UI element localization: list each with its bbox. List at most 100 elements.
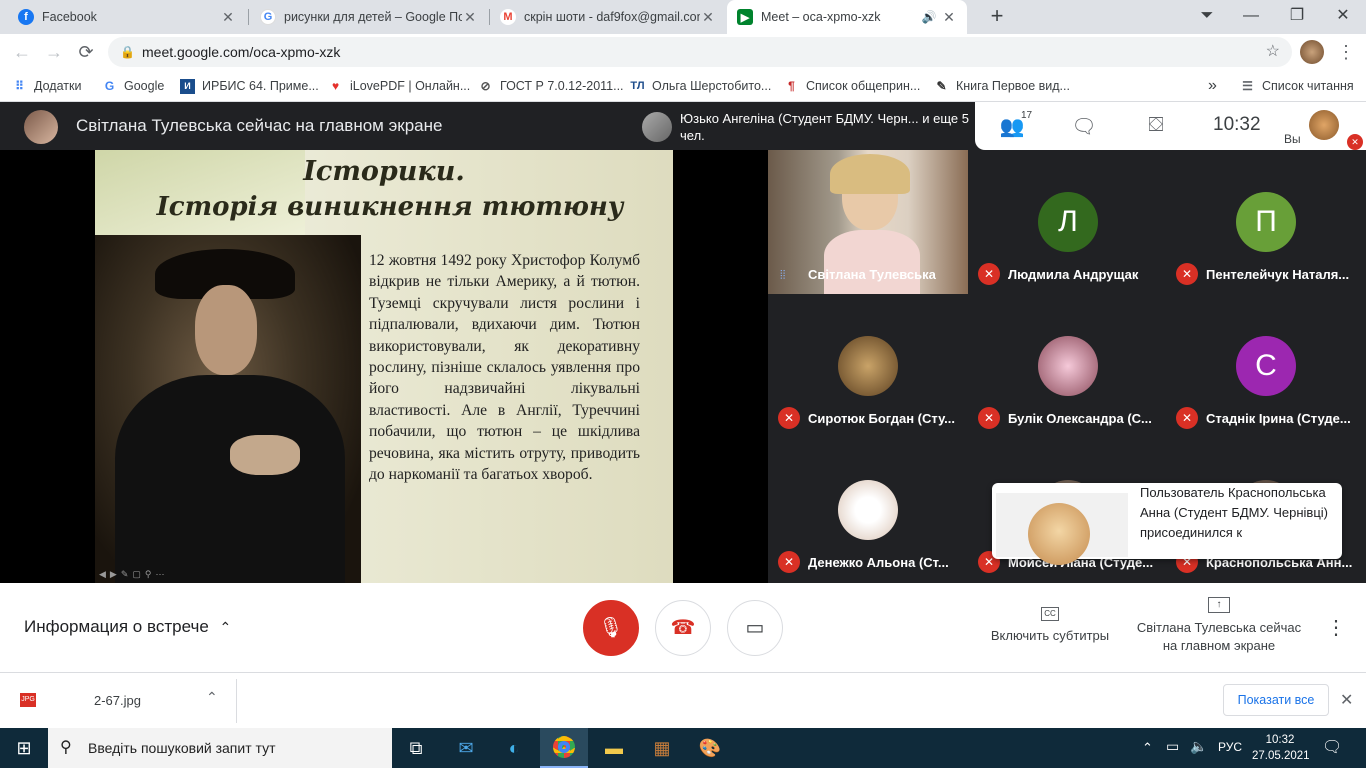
system-clock[interactable]: 10:32 27.05.2021 [1252, 732, 1310, 764]
participant-tile[interactable]: С ✕ Стаднік Ірина (Студе... [1166, 294, 1366, 438]
tab-title: Meet – oca-xpmo-xzk [761, 10, 881, 24]
search-icon: ⚲ [60, 739, 72, 756]
chrome-icon[interactable] [540, 728, 588, 768]
tab-meet[interactable]: ▶ Meet – oca-xpmo-xzk 🔊 ✕ [727, 0, 967, 34]
captions-button[interactable]: CC Включить субтитры [980, 603, 1120, 645]
apps-grid-icon: ⠿ [15, 79, 24, 93]
star-icon[interactable]: ☆ [1266, 37, 1280, 67]
restore-button[interactable]: ❐ [1274, 0, 1320, 34]
participant-initial: С [1236, 336, 1296, 396]
mic-off-icon: ✕ [1176, 263, 1198, 285]
new-tab-button[interactable]: + [974, 0, 1020, 34]
participant-name: Світлана Тулевська [808, 267, 936, 282]
close-window-button[interactable]: ✕ [1320, 0, 1366, 34]
menu-icon[interactable]: ⋮ [1334, 40, 1358, 64]
meeting-clock: 10:32 [1213, 114, 1261, 135]
bookmark-gost[interactable]: ⊘ ГОСТ Р 7.0.12-2011... [478, 70, 623, 102]
present-button[interactable]: ↑ Світлана Тулевська сейчас на главном э… [1130, 595, 1308, 655]
reload-icon[interactable]: ⟳ [74, 40, 98, 64]
slide-nav-controls[interactable]: ◀▶✎▢⚲⋯ [99, 569, 209, 581]
network-icon[interactable]: ▭ [1166, 738, 1179, 755]
bookmark-book[interactable]: ✎ Книга Первое вид... [934, 70, 1070, 102]
close-icon[interactable]: ✕ [462, 9, 478, 26]
back-icon[interactable]: ← [10, 40, 34, 64]
self-avatar [1309, 110, 1339, 140]
profile-avatar[interactable] [1300, 40, 1324, 64]
speaker-icon: 🔊 [921, 10, 937, 24]
chevron-up-icon[interactable]: ⌃ [206, 689, 218, 706]
meet-icon: ▶ [737, 9, 753, 25]
bookmark-google[interactable]: G Google [102, 70, 164, 102]
participant-initial: П [1236, 192, 1296, 252]
tab-search-icon[interactable]: ⏷ [1184, 0, 1230, 34]
close-icon[interactable]: ✕ [1340, 690, 1353, 710]
participant-tile[interactable]: П ✕ Пентелейчук Наталя... [1166, 150, 1366, 294]
participant-tile[interactable]: ✕ Денежко Альона (Ст... [768, 438, 968, 582]
mic-off-icon: 🎙 [598, 617, 624, 639]
bookmark-ilovepdf[interactable]: ♥ iLovePDF | Онлайн... [328, 70, 470, 102]
mail-icon[interactable]: ✉ [442, 728, 490, 768]
bookmark-irbis[interactable]: И ИРБИС 64. Приме... [180, 70, 319, 102]
tab-strip: f Facebook ✕ G рисунки для детей – Googl… [0, 0, 1366, 34]
taskbar-search[interactable]: ⚲ Введіть пошуковий запит тут [48, 728, 392, 768]
speaking-icon: ⦙⦙ [780, 268, 786, 282]
camera-toggle-button[interactable]: ▭ [727, 600, 783, 656]
more-bookmarks-icon[interactable]: » [1208, 70, 1217, 102]
participant-name: Пентелейчук Наталя... [1206, 267, 1350, 282]
close-icon[interactable]: ✕ [941, 9, 957, 26]
minimize-button[interactable]: — [1228, 0, 1274, 34]
downloads-bar: JPG 2-67.jpg ⌃ Показати все ✕ [0, 672, 1366, 728]
jpg-file-icon: JPG [20, 693, 36, 707]
volume-icon[interactable]: 🔈 [1190, 738, 1207, 755]
participant-photo [838, 336, 898, 396]
meet-side-controls: 👥 17 🗨 ⛋ 10:32 Вы ✕ [975, 102, 1366, 150]
chevron-up-icon: ⌃ [219, 619, 232, 635]
address-bar[interactable]: 🔒 meet.google.com/oca-xpmo-xzk ☆ [108, 37, 1292, 67]
show-all-button[interactable]: Показати все [1223, 684, 1329, 716]
notifications-icon[interactable]: 🗨 [1322, 737, 1342, 757]
leave-call-button[interactable]: ☎ [655, 600, 711, 656]
paint-icon[interactable]: 🎨 [686, 728, 734, 768]
reading-list[interactable]: ☰ Список читання [1240, 70, 1354, 102]
meeting-info-button[interactable]: Информация о встрече ⌃ [24, 617, 231, 637]
presenter-title: Світлана Тулевська сейчас на главном экр… [76, 116, 443, 135]
participants-count: 17 [1021, 110, 1033, 121]
participant-name: Сиротюк Богдан (Сту... [808, 411, 956, 426]
chevron-up-icon[interactable]: ⌃ [1142, 740, 1153, 756]
windows-taskbar: ⊞ ⚲ Введіть пошуковий запит тут ⧉ ✉ ◐ ▬ … [0, 728, 1366, 768]
paragraph-icon: ¶ [788, 79, 795, 93]
windows-start-icon[interactable]: ⊞ [0, 728, 48, 768]
photos-icon[interactable]: ▦ [638, 728, 686, 768]
participant-tile[interactable]: Л ✕ Людмила Андрущак [968, 150, 1168, 294]
participant-tile[interactable]: ✕ Сиротюк Богдан (Сту... [768, 294, 968, 438]
chat-icon[interactable]: 🗨 [1071, 114, 1097, 138]
edge-icon[interactable]: ◐ [490, 728, 538, 768]
task-view-icon[interactable]: ⧉ [392, 728, 440, 768]
presenter-avatar [24, 110, 58, 144]
close-icon[interactable]: ✕ [700, 9, 716, 26]
captions-label: Включить субтитры [990, 628, 1110, 643]
activities-icon[interactable]: ⛋ [1143, 114, 1169, 138]
more-options-icon[interactable]: ⋮ [1326, 615, 1346, 640]
url-text: meet.google.com/oca-xpmo-xzk [142, 44, 341, 60]
bookmark-list[interactable]: ¶ Список общеприн... [784, 70, 920, 102]
close-icon[interactable]: ✕ [220, 9, 236, 26]
tab-facebook[interactable]: f Facebook ✕ [8, 0, 246, 34]
mic-off-icon: ✕ [778, 551, 800, 573]
download-item[interactable]: JPG 2-67.jpg ⌃ [10, 673, 236, 729]
mic-off-icon: ✕ [778, 407, 800, 429]
file-explorer-icon[interactable]: ▬ [590, 728, 638, 768]
bookmark-apps[interactable]: ⠿ Додатки [12, 70, 81, 102]
bookmark-label: Google [124, 79, 165, 93]
bookmark-olga[interactable]: ТЛ Ольга Шерстобито... [630, 70, 771, 102]
heart-icon: ♥ [331, 79, 340, 93]
tab-gmail[interactable]: M скрін шоти - daf9fox@gmail.com ✕ [490, 0, 726, 34]
google-icon: G [260, 9, 276, 25]
participant-tile[interactable]: ✕ Булік Олександра (С... [968, 294, 1168, 438]
forward-icon[interactable]: → [42, 40, 66, 64]
tab-google-images[interactable]: G рисунки для детей – Google По ✕ [250, 0, 488, 34]
mic-toggle-button[interactable]: 🎙 [583, 600, 639, 656]
people-icon[interactable]: 👥 17 [999, 110, 1033, 138]
language-indicator[interactable]: РУС [1218, 740, 1242, 754]
participant-tile[interactable]: ⦙⦙ Світлана Тулевська [768, 150, 968, 294]
